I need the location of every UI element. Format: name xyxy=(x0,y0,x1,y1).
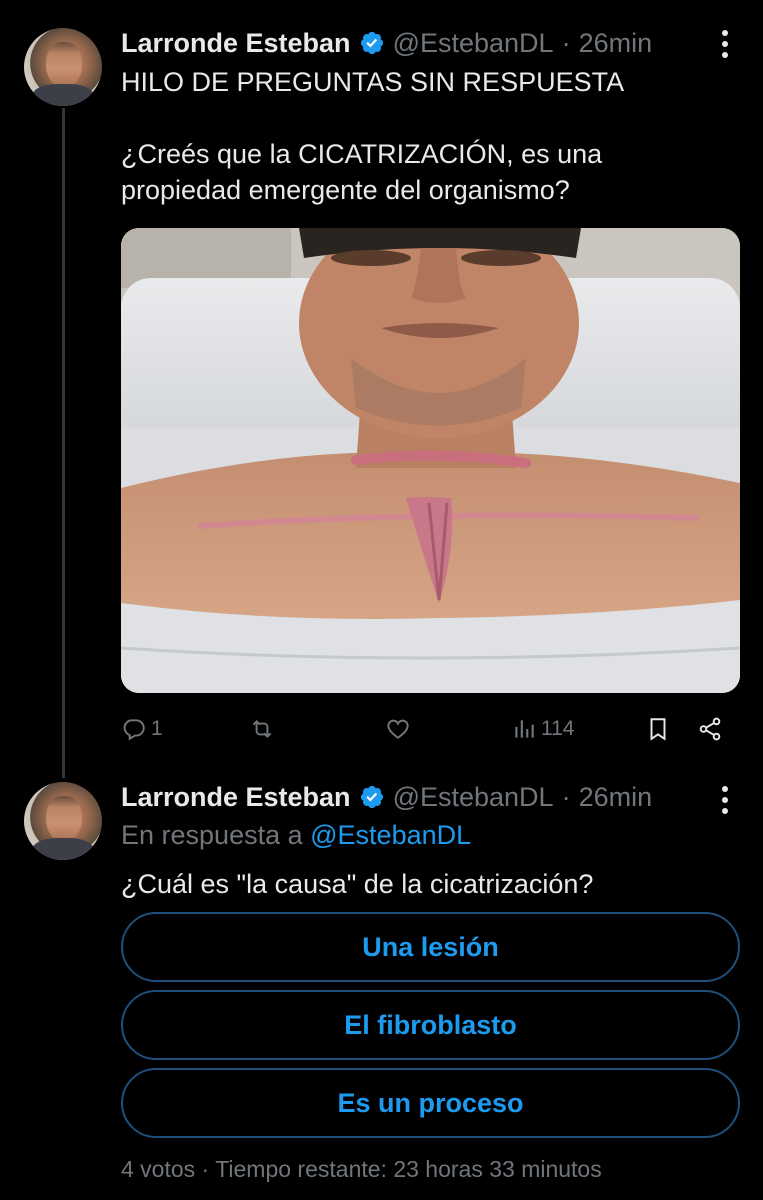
heart-icon xyxy=(387,719,409,739)
author-name[interactable]: Larronde Esteban xyxy=(121,782,351,813)
tweet-actions: 1 114 xyxy=(121,712,741,746)
poll-option-label: Una lesión xyxy=(362,931,499,962)
views-count: 114 xyxy=(541,717,575,740)
reply-icon xyxy=(123,719,145,741)
share-icon xyxy=(699,717,721,741)
tweet-text-line: propiedad emergente del organismo? xyxy=(121,175,570,205)
poll-option-3[interactable]: Es un proceso xyxy=(121,1068,740,1138)
like-button[interactable] xyxy=(385,712,415,746)
tweet-image[interactable] xyxy=(121,228,740,693)
reply-count: 1 xyxy=(151,717,163,740)
views-button[interactable]: 114 xyxy=(511,712,574,746)
share-button[interactable] xyxy=(697,712,723,746)
author-name[interactable]: Larronde Esteban xyxy=(121,28,351,59)
retweet-button[interactable] xyxy=(249,712,279,746)
author-avatar[interactable] xyxy=(24,782,102,860)
bookmark-icon xyxy=(650,718,666,741)
reply-button[interactable]: 1 xyxy=(121,712,163,746)
tweet-image-graphic xyxy=(121,228,740,693)
poll-option-2[interactable]: El fibroblasto xyxy=(121,990,740,1060)
tweet-timestamp[interactable]: 26min xyxy=(579,28,653,59)
tweet-text: HILO DE PREGUNTAS SIN RESPUESTA ¿Creés q… xyxy=(121,64,624,208)
separator-dot: · xyxy=(201,1156,210,1182)
poll-option-1[interactable]: Una lesión xyxy=(121,912,740,982)
tweet-header: Larronde Esteban @EstebanDL · 26min xyxy=(121,780,652,814)
separator-dot: · xyxy=(561,781,571,812)
more-icon[interactable] xyxy=(721,30,729,58)
poll-footer: 4 votos · Tiempo restante: 23 horas 33 m… xyxy=(121,1156,602,1183)
poll-time-remaining: Tiempo restante: 23 horas 33 minutos xyxy=(215,1156,602,1182)
author-handle[interactable]: @EstebanDL xyxy=(393,782,554,813)
tweet-text: ¿Cuál es "la causa" de la cicatrización? xyxy=(121,869,594,899)
author-avatar[interactable] xyxy=(24,28,102,106)
author-handle[interactable]: @EstebanDL xyxy=(393,28,554,59)
tweet-header: Larronde Esteban @EstebanDL · 26min xyxy=(121,26,652,60)
tweet-timestamp[interactable]: 26min xyxy=(579,782,653,813)
poll-option-label: Es un proceso xyxy=(337,1087,524,1118)
reply-handle-link[interactable]: @EstebanDL xyxy=(310,820,471,850)
poll-option-label: El fibroblasto xyxy=(344,1009,517,1040)
separator-dot: · xyxy=(561,27,571,58)
views-icon xyxy=(515,720,534,738)
reply-context: En respuesta a @EstebanDL xyxy=(121,820,471,851)
tweet-1[interactable]: Larronde Esteban @EstebanDL · 26min HILO… xyxy=(0,0,763,780)
retweet-icon xyxy=(252,720,272,738)
bookmark-button[interactable] xyxy=(645,712,671,746)
more-icon[interactable] xyxy=(721,786,729,814)
reply-prefix: En respuesta a xyxy=(121,820,303,850)
tweet-text-line: HILO DE PREGUNTAS SIN RESPUESTA xyxy=(121,67,625,97)
verified-badge-icon xyxy=(360,785,383,809)
verified-badge-icon xyxy=(360,31,383,55)
poll-votes: 4 votos xyxy=(121,1156,196,1182)
tweet-text-line: ¿Creés que la CICATRIZACIÓN, es una xyxy=(121,139,603,169)
